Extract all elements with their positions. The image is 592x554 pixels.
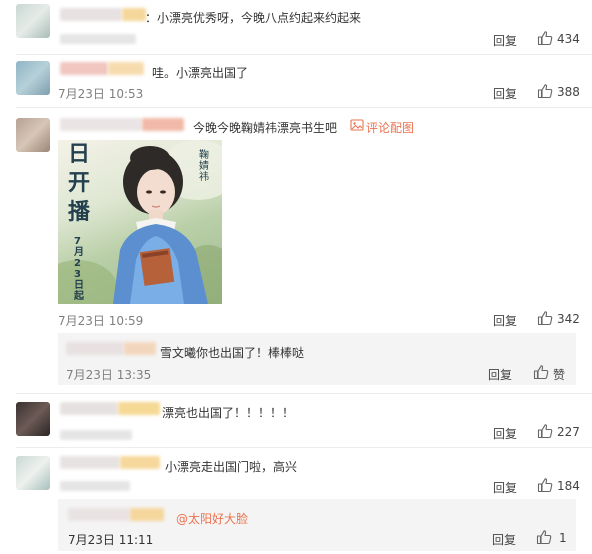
- timestamp-masked: [60, 481, 130, 491]
- thumbs-up-icon[interactable]: [537, 30, 553, 46]
- sub-reply-text: 雪文曦你也出国了！棒棒哒: [160, 346, 305, 360]
- mention-link[interactable]: @太阳好大脸: [176, 510, 248, 527]
- username-masked: [130, 508, 164, 521]
- image-icon[interactable]: [350, 118, 364, 132]
- like-label[interactable]: 赞: [553, 366, 565, 383]
- username-masked[interactable]: [66, 342, 124, 355]
- thumbs-up-icon[interactable]: [537, 423, 553, 439]
- username-masked: [118, 402, 160, 415]
- comment-text: 哇。小漂亮出国了: [152, 66, 249, 80]
- poster-side-name: 鞠婧祎: [199, 150, 209, 183]
- comment-text: ：小漂亮优秀呀，今晚八点约起来约起来: [145, 11, 362, 25]
- like-count: 388: [557, 85, 580, 99]
- avatar[interactable]: [16, 456, 50, 490]
- username-masked: [120, 456, 160, 469]
- reply-button[interactable]: 回复: [492, 531, 516, 548]
- comment-text: 小漂亮走出国门啦，高兴: [165, 460, 298, 474]
- username-masked: [122, 8, 146, 21]
- timestamp-masked: [60, 430, 132, 440]
- username-masked[interactable]: [60, 118, 142, 131]
- comment-text: 今晚今晚鞠婧祎漂亮书生吧: [193, 121, 338, 135]
- reply-button[interactable]: 回复: [493, 479, 517, 496]
- reply-button[interactable]: 回复: [493, 312, 517, 329]
- reply-button[interactable]: 回复: [493, 85, 517, 102]
- username-masked: [124, 342, 156, 355]
- like-count: 342: [557, 312, 580, 326]
- username-masked[interactable]: [60, 62, 108, 75]
- avatar[interactable]: [16, 118, 50, 152]
- thumbs-up-icon[interactable]: [536, 529, 552, 545]
- thumbs-up-icon[interactable]: [533, 364, 549, 380]
- username-masked: [142, 118, 184, 131]
- poster-date: 7月23日起: [74, 236, 84, 302]
- like-count: 434: [557, 32, 580, 46]
- divider: [16, 107, 592, 108]
- timestamp-masked: [60, 34, 136, 44]
- username-masked[interactable]: [60, 402, 118, 415]
- timestamp: 7月23日 10:53: [58, 87, 144, 101]
- like-count: 227: [557, 425, 580, 439]
- reply-button[interactable]: 回复: [493, 425, 517, 442]
- thumbs-up-icon[interactable]: [537, 310, 553, 326]
- timestamp: 7月23日 11:11: [68, 533, 154, 547]
- timestamp: 7月23日 10:59: [58, 314, 144, 328]
- divider: [16, 447, 592, 448]
- username-masked: [108, 62, 144, 75]
- comment-text: 漂亮也出国了！！！！！: [162, 406, 295, 420]
- username-masked[interactable]: [60, 8, 122, 21]
- divider: [16, 54, 592, 55]
- poster-title-char: 播: [67, 199, 90, 225]
- divider: [16, 393, 592, 394]
- comment-image[interactable]: 日 开 播 7月23日起 鞠婧祎: [58, 140, 222, 304]
- poster-title: 日 开 播: [66, 140, 92, 227]
- reply-button[interactable]: 回复: [488, 366, 512, 383]
- avatar[interactable]: [16, 402, 50, 436]
- like-count: 1: [559, 531, 567, 545]
- like-count: 184: [557, 479, 580, 493]
- thumbs-up-icon[interactable]: [537, 83, 553, 99]
- poster-title-char: 日: [67, 141, 90, 167]
- avatar[interactable]: [16, 61, 50, 95]
- timestamp: 7月23日 13:35: [66, 368, 152, 382]
- reply-button[interactable]: 回复: [493, 32, 517, 49]
- poster-title-char: 开: [67, 170, 90, 196]
- comment-image-link[interactable]: 评论配图: [366, 119, 414, 136]
- username-masked[interactable]: [60, 456, 120, 469]
- thumbs-up-icon[interactable]: [537, 477, 553, 493]
- avatar[interactable]: [16, 4, 50, 38]
- username-masked[interactable]: [68, 508, 130, 521]
